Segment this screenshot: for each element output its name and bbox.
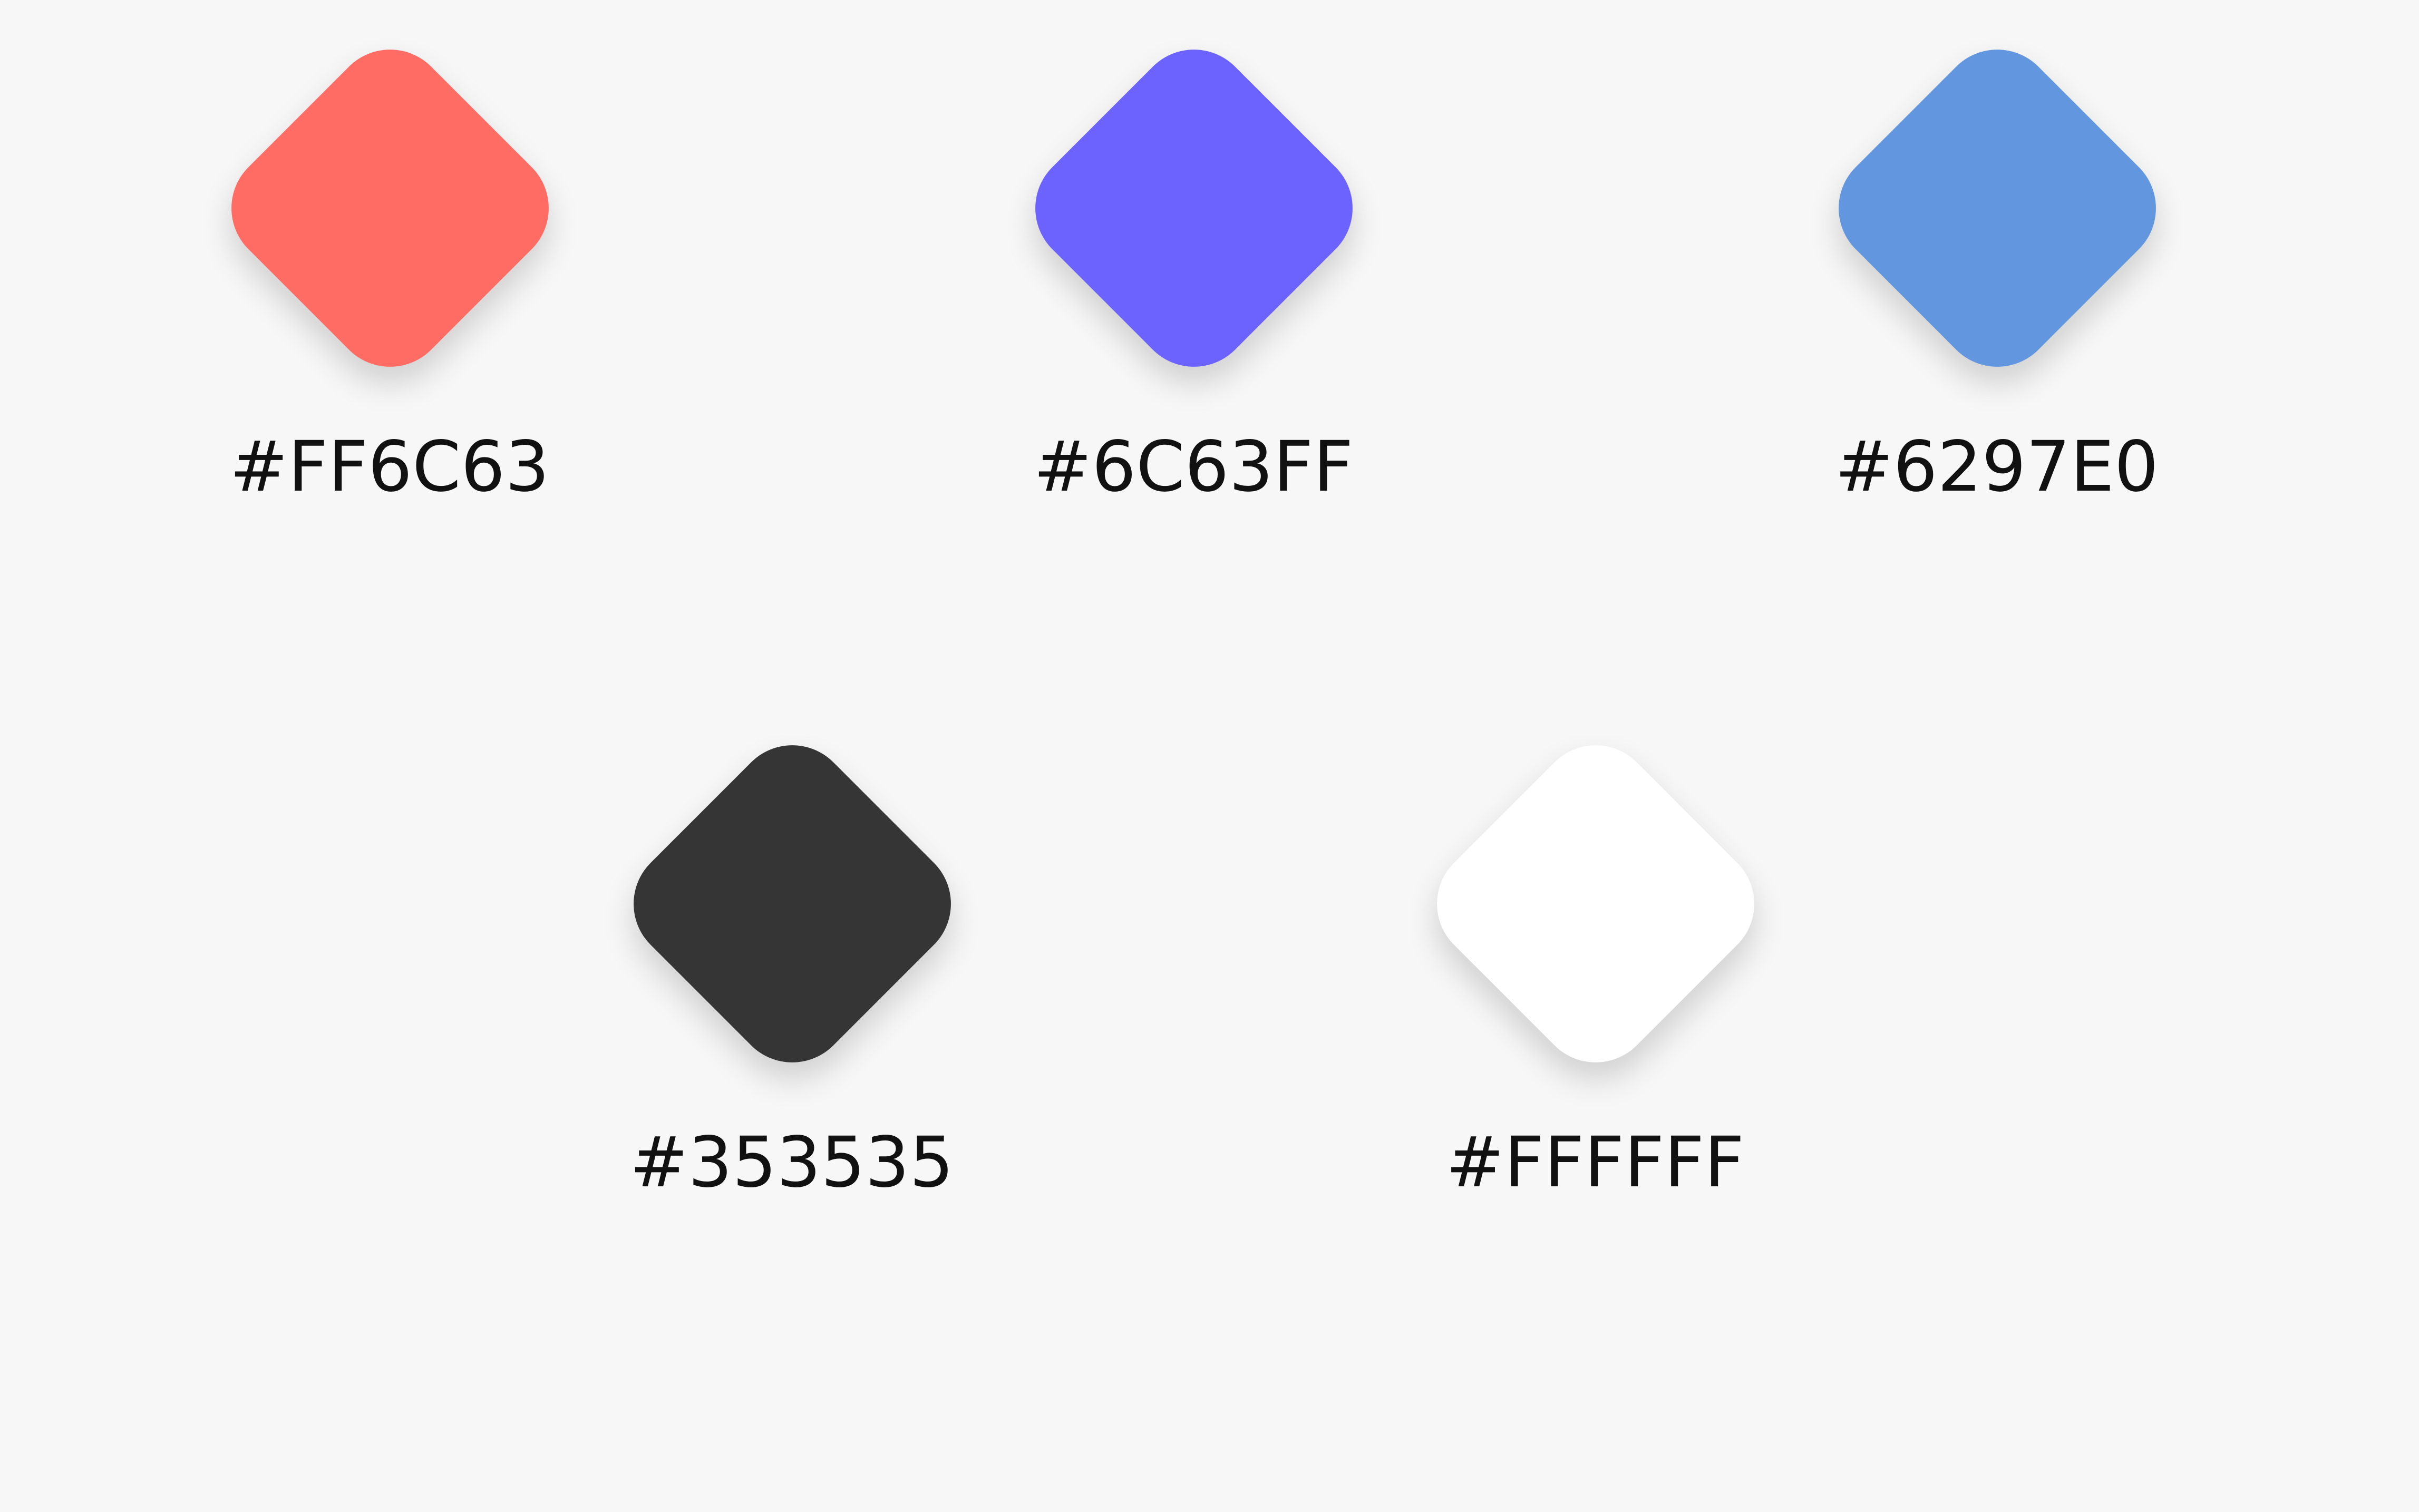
hex-label: #6297E0 — [1835, 426, 2159, 508]
swatch-item-4: #353535 — [555, 696, 1029, 1275]
swatch-item-5: #FFFFFF — [1358, 696, 1832, 1275]
hex-label: #6C63FF — [1033, 426, 1354, 508]
color-swatch — [1413, 721, 1779, 1087]
color-swatch — [207, 25, 573, 391]
hex-label: #353535 — [629, 1122, 954, 1203]
color-swatch — [1011, 25, 1377, 391]
hex-label: #FF6C63 — [229, 426, 550, 508]
swatch-item-1: #FF6C63 — [152, 0, 627, 580]
hex-label: #FFFFFF — [1445, 1122, 1745, 1203]
swatch-item-2: #6C63FF — [956, 0, 1431, 580]
palette-canvas: #FF6C63 #6C63FF #6297E0 #353535 #FFFFFF — [0, 0, 2419, 1512]
color-swatch — [1814, 25, 2180, 391]
swatch-item-3: #6297E0 — [1760, 0, 2234, 580]
color-swatch — [609, 721, 975, 1087]
